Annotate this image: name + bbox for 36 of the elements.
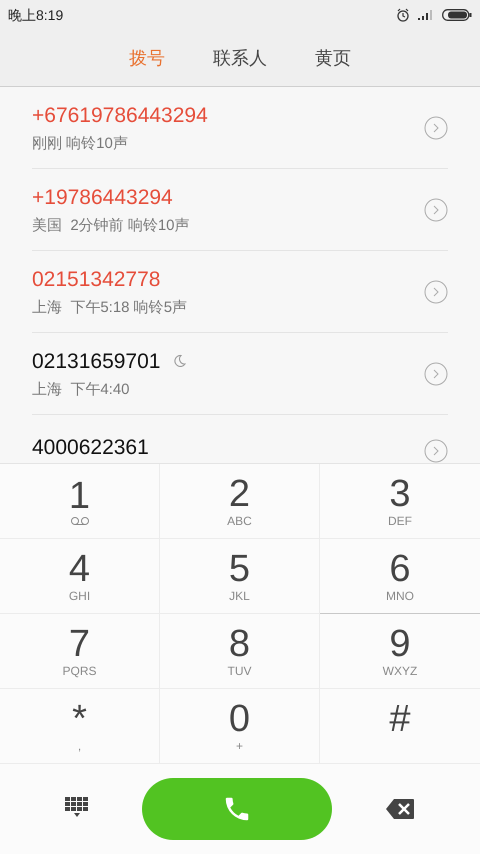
phone-number: 4000622361: [32, 434, 149, 460]
dial-key[interactable]: 8 TUV: [160, 614, 320, 689]
call-detail: 刚刚 响铃10声: [32, 134, 129, 154]
call-row[interactable]: +19786443294 美国 2分钟前 响铃10声: [32, 169, 448, 251]
battery-icon: [442, 9, 472, 21]
alarm-icon: [396, 8, 410, 22]
phone-number: 02151342778: [32, 266, 160, 292]
phone-number: +67619786443294: [32, 102, 208, 128]
dial-key[interactable]: 3 DEF: [320, 464, 480, 539]
backspace-icon[interactable]: [385, 798, 415, 820]
chevron-circle-icon[interactable]: [424, 198, 448, 222]
call-detail: 上海 下午4:40: [32, 380, 131, 400]
status-time: 晚上8:19: [8, 6, 64, 24]
dial-key[interactable]: 2 ABC: [160, 464, 320, 539]
dial-key[interactable]: 5 JKL: [160, 539, 320, 614]
call-row[interactable]: 4000622361: [32, 415, 448, 463]
dial-key[interactable]: 1: [0, 464, 160, 539]
call-row[interactable]: 02131659701 上海 下午4:40: [32, 333, 448, 415]
phone-number: +19786443294: [32, 184, 173, 210]
voicemail-icon: [70, 516, 90, 526]
chevron-circle-icon[interactable]: [424, 116, 448, 140]
chevron-circle-icon[interactable]: [424, 439, 448, 463]
chevron-circle-icon[interactable]: [424, 362, 448, 386]
signal-icon: [418, 10, 434, 20]
call-detail: 上海 下午5:18 响铃5声: [32, 298, 188, 318]
tab[interactable]: 联系人: [213, 44, 267, 72]
dial-key[interactable]: 6 MNO: [320, 539, 480, 614]
call-detail: 美国 2分钟前 响铃10声: [32, 216, 190, 236]
dial-key[interactable]: 7 PQRS: [0, 614, 160, 689]
dial-key[interactable]: 9 WXYZ: [320, 614, 480, 689]
dial-key[interactable]: 4 GHI: [0, 539, 160, 614]
tab[interactable]: 黄页: [315, 44, 351, 72]
chevron-circle-icon[interactable]: [424, 280, 448, 304]
phone-number: 02131659701: [32, 348, 160, 374]
call-row[interactable]: 02151342778 上海 下午5:18 响铃5声: [32, 251, 448, 333]
call-row[interactable]: +67619786443294 刚刚 响铃10声: [32, 87, 448, 169]
